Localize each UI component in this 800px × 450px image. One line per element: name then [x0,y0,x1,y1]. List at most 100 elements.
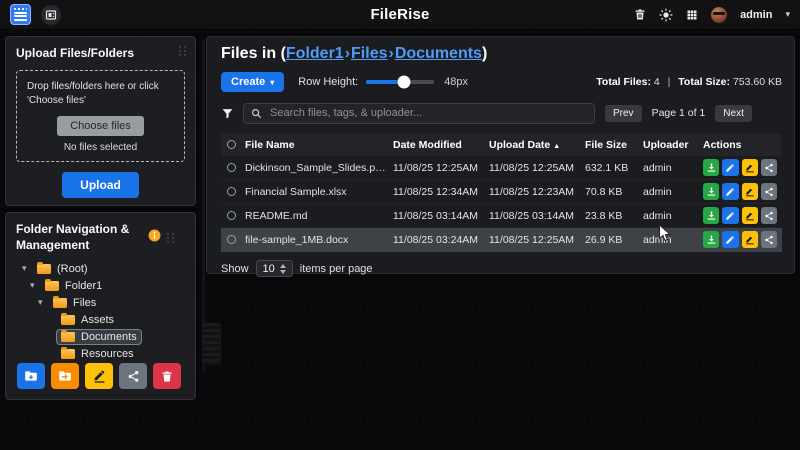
breadcrumb-files[interactable]: Files [351,45,387,62]
table-row[interactable]: Dickinson_Sample_Slides.pptx 11/08/25 12… [221,156,782,180]
folder-tree: ▾ (Root) ▾ Folder1 ▾ Files ▾ Assets ▾ Do… [16,260,185,362]
folder-tree-item[interactable]: ▾ Files [16,294,185,311]
breadcrumb-folder1[interactable]: Folder1 [286,45,344,62]
folder-tree-item[interactable]: ▾ Folder1 [16,277,185,294]
download-button[interactable] [703,183,719,200]
column-header-size[interactable]: File Size [585,139,643,151]
row-checkbox[interactable] [227,235,236,244]
caret-down-icon[interactable]: ▾ [22,263,32,274]
folder-navigation-panel: Folder Navigation & Management ▾ (Root) … [5,212,196,400]
view-mode-toggle-button[interactable] [41,5,61,25]
table-row[interactable]: file-sample_1MB.docx 11/08/25 03:24AM 11… [221,228,782,252]
username[interactable]: admin [740,9,772,21]
next-page-button[interactable]: Next [715,105,752,122]
filerise-logo-icon[interactable] [10,4,31,25]
chevron-down-icon[interactable]: ▾ [785,9,790,20]
folder-icon [61,315,75,325]
column-header-uploaded[interactable]: Upload Date▲ [489,139,585,151]
theme-sun-icon[interactable] [659,8,673,22]
uploader: admin [643,162,703,174]
rename-pencil-icon [745,211,755,221]
uploader: admin [643,186,703,198]
prev-page-button[interactable]: Prev [605,105,642,122]
dropzone-text-line1: Drop files/folders here or click [27,81,159,92]
upload-date: 11/08/25 12:25AM [489,162,585,174]
trash-icon[interactable] [634,8,646,21]
pencil-icon [725,187,735,197]
caret-down-icon[interactable]: ▾ [38,297,48,308]
file-name[interactable]: README.md [245,210,393,222]
caret-down-icon[interactable]: ▾ [30,280,40,291]
upload-button[interactable]: Upload [62,172,139,198]
select-all-checkbox[interactable] [227,140,236,149]
table-row[interactable]: Financial Sample.xlsx 11/08/25 12:34AM 1… [221,180,782,204]
row-checkbox[interactable] [227,163,236,172]
folder-actions-toolbar [17,363,181,389]
file-name[interactable]: Dickinson_Sample_Slides.pptx [245,162,393,174]
rename-button[interactable] [742,183,758,200]
folder-tree-item[interactable]: ▾ Assets [16,311,185,328]
row-checkbox[interactable] [227,187,236,196]
share-icon [764,187,774,197]
move-folder-button[interactable] [51,363,79,389]
rename-button[interactable] [742,231,758,248]
file-size: 632.1 KB [585,162,643,174]
folder-icon [61,349,75,359]
filter-funnel-icon[interactable] [221,107,234,120]
folder-label: Assets [81,314,114,326]
column-header-name[interactable]: File Name [245,139,393,151]
column-header-modified[interactable]: Date Modified [393,139,489,151]
delete-folder-button[interactable] [153,363,181,389]
share-button[interactable] [761,183,777,200]
uploader: admin [643,234,703,246]
edit-button[interactable] [722,183,738,200]
edit-button[interactable] [722,159,738,176]
breadcrumb-separator: › [344,45,351,62]
breadcrumb-documents[interactable]: Documents [395,45,482,62]
row-checkbox[interactable] [227,211,236,220]
create-folder-button[interactable] [17,363,45,389]
download-button[interactable] [703,231,719,248]
share-folder-button[interactable] [119,363,147,389]
apps-grid-icon[interactable] [686,9,698,21]
uploader: admin [643,210,703,222]
folder-tree-item[interactable]: ▾ Resources [16,345,185,362]
rename-button[interactable] [742,159,758,176]
share-button[interactable] [761,231,777,248]
scrollbar-thumb[interactable] [202,323,221,365]
search-input[interactable] [268,106,587,120]
folder-label: Resources [81,348,134,360]
edit-button[interactable] [722,231,738,248]
date-modified: 11/08/25 03:24AM [393,234,489,246]
share-button[interactable] [761,159,777,176]
drag-handle-icon[interactable] [167,233,175,243]
download-button[interactable] [703,207,719,224]
edit-button[interactable] [722,207,738,224]
items-per-page-select[interactable]: 10 [256,260,293,277]
file-name[interactable]: file-sample_1MB.docx [245,234,393,246]
upload-date: 11/08/25 03:14AM [489,210,585,222]
slider-thumb[interactable] [397,76,410,89]
upload-date: 11/08/25 12:23AM [489,186,585,198]
trash-icon [161,370,173,383]
avatar[interactable] [711,7,727,23]
choose-files-button[interactable]: Choose files [57,116,144,136]
row-height-slider[interactable] [366,80,434,84]
folder-move-icon [58,369,72,383]
column-header-uploader[interactable]: Uploader [643,139,703,151]
table-row[interactable]: README.md 11/08/25 03:14AM 11/08/25 03:1… [221,204,782,228]
folder-tree-item[interactable]: ▾ Documents [16,328,185,345]
file-name[interactable]: Financial Sample.xlsx [245,186,393,198]
share-button[interactable] [761,207,777,224]
download-button[interactable] [703,159,719,176]
folder-label: (Root) [57,263,88,275]
pencil-icon [725,211,735,221]
info-icon[interactable] [148,229,161,247]
dropzone[interactable]: Drop files/folders here or click 'Choose… [16,70,185,162]
drag-handle-icon[interactable] [179,46,187,56]
create-button[interactable]: Create ▾ [221,72,284,92]
folder-tree-item[interactable]: ▾ (Root) [16,260,185,277]
rename-folder-button[interactable] [85,363,113,389]
upload-date: 11/08/25 12:25AM [489,234,585,246]
rename-button[interactable] [742,207,758,224]
